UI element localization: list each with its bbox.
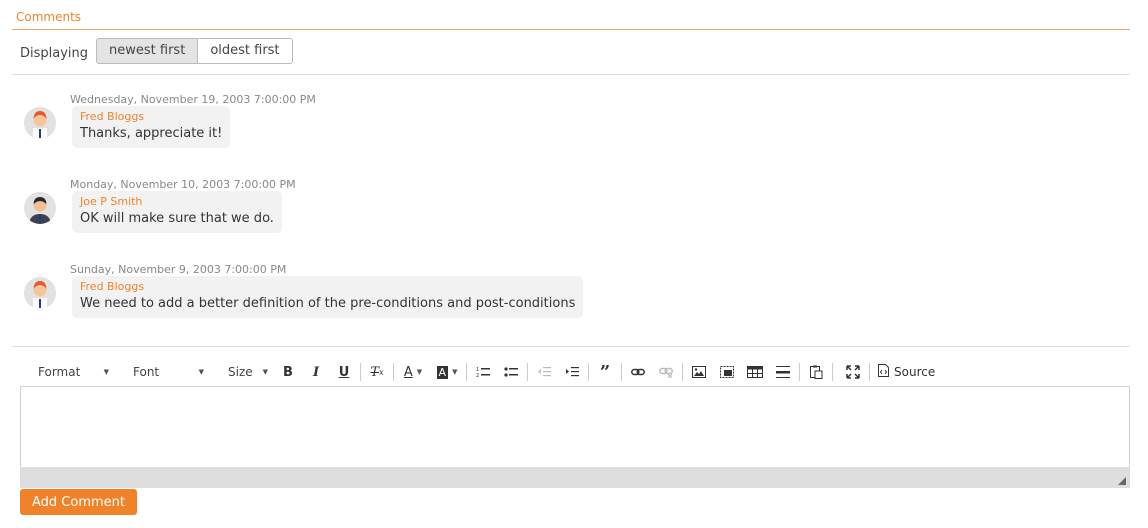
editor-status-bar: [20, 467, 1130, 488]
toolbar-separator: [360, 363, 361, 381]
comment-editor-area[interactable]: [20, 386, 1130, 467]
comment-bubble: Fred Bloggs Thanks, appreciate it!: [72, 106, 231, 148]
chevron-down-icon: ▼: [103, 368, 109, 376]
table-icon[interactable]: [741, 360, 769, 384]
editor-toolbar: Format ▼ Font ▼ Size ▼ B I U Tx A ▼ A ▼ 12 ”: [20, 359, 1130, 385]
font-dropdown[interactable]: Font ▼: [115, 360, 210, 384]
numbered-list-icon[interactable]: 12: [469, 360, 497, 384]
toolbar-separator: [588, 363, 589, 381]
sort-button-group: newest first oldest first: [96, 38, 293, 64]
link-icon[interactable]: [624, 360, 652, 384]
toolbar-separator: [799, 363, 800, 381]
source-icon: [878, 364, 889, 380]
chevron-down-icon: ▼: [198, 368, 204, 376]
comment-text: Thanks, appreciate it!: [80, 126, 223, 141]
chevron-down-icon: ▼: [262, 368, 268, 376]
resize-handle-icon[interactable]: [1118, 477, 1126, 485]
comment-author[interactable]: Fred Bloggs: [80, 280, 575, 293]
remove-format-icon[interactable]: Tx: [363, 360, 391, 384]
comments-divider-top: [12, 74, 1130, 75]
fred-avatar-icon: [24, 277, 56, 309]
source-button[interactable]: Source: [872, 360, 941, 384]
comment-date: Wednesday, November 19, 2003 7:00:00 PM: [70, 93, 316, 106]
fred-avatar-icon: [24, 107, 56, 139]
toolbar-separator: [527, 363, 528, 381]
sort-bar: Displaying newest first oldest first: [20, 38, 293, 64]
comment-bubble: Joe P Smith OK will make sure that we do…: [72, 191, 282, 233]
toolbar-separator: [832, 363, 833, 381]
toolbar-separator: [621, 363, 622, 381]
comment-text: We need to add a better definition of th…: [80, 296, 576, 311]
size-dropdown-label: Size: [228, 365, 253, 379]
image-icon[interactable]: [685, 360, 713, 384]
font-dropdown-label: Font: [133, 365, 160, 379]
italic-icon[interactable]: I: [302, 360, 330, 384]
format-dropdown[interactable]: Format ▼: [20, 360, 115, 384]
outdent-icon[interactable]: [530, 360, 558, 384]
sort-label: Displaying: [20, 45, 89, 61]
comment-text: OK will make sure that we do.: [80, 211, 274, 226]
toolbar-separator: [466, 363, 467, 381]
text-color-icon[interactable]: A ▼: [396, 360, 430, 384]
svg-text:2: 2: [476, 373, 479, 378]
comment-author[interactable]: Joe P Smith: [80, 195, 274, 208]
maximize-icon[interactable]: [839, 360, 867, 384]
comment-author[interactable]: Fred Bloggs: [80, 110, 222, 123]
size-dropdown[interactable]: Size ▼: [210, 360, 274, 384]
underline-icon[interactable]: U: [330, 360, 358, 384]
comment-bubble: Fred Bloggs We need to add a better defi…: [72, 276, 584, 318]
format-dropdown-label: Format: [38, 365, 81, 379]
horizontal-line-icon[interactable]: [769, 360, 797, 384]
indent-icon[interactable]: [558, 360, 586, 384]
paste-icon[interactable]: [802, 360, 830, 384]
comments-section-title: Comments: [16, 10, 82, 24]
toolbar-separator: [682, 363, 683, 381]
iframe-icon[interactable]: [713, 360, 741, 384]
add-comment-button[interactable]: Add Comment: [20, 489, 137, 515]
newest-first-button[interactable]: newest first: [96, 38, 199, 64]
background-color-icon[interactable]: A ▼: [430, 360, 464, 384]
joe-avatar-icon: [24, 192, 56, 224]
source-label: Source: [894, 365, 936, 379]
bold-icon[interactable]: B: [274, 360, 302, 384]
comment-date: Monday, November 10, 2003 7:00:00 PM: [70, 178, 296, 191]
comments-divider-bottom: [12, 346, 1130, 347]
bulleted-list-icon[interactable]: [497, 360, 525, 384]
toolbar-separator: [869, 363, 870, 381]
comment-date: Sunday, November 9, 2003 7:00:00 PM: [70, 263, 287, 276]
section-divider: [12, 29, 1130, 30]
blockquote-icon[interactable]: ”: [591, 360, 619, 384]
toolbar-separator: [393, 363, 394, 381]
unlink-icon[interactable]: [652, 360, 680, 384]
oldest-first-button[interactable]: oldest first: [198, 38, 293, 64]
